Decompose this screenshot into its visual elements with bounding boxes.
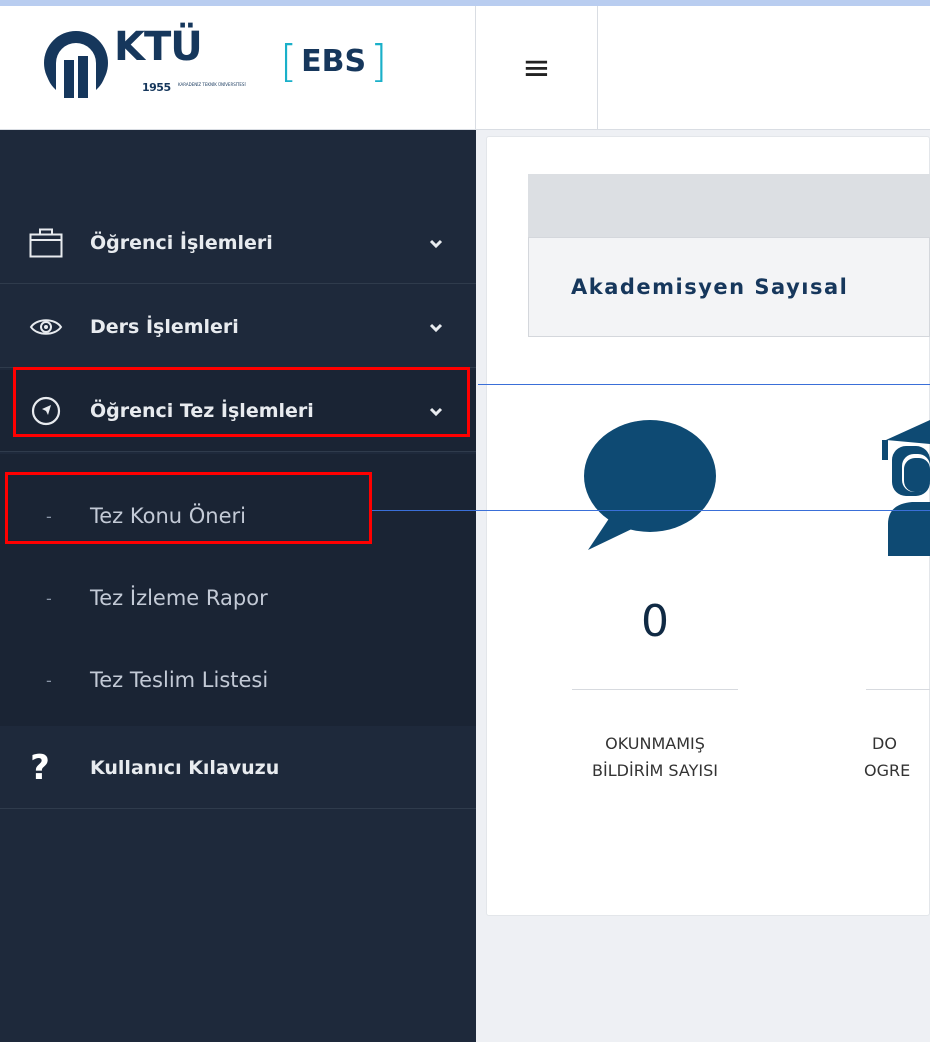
stat-label-line: OGRE (864, 761, 911, 780)
tab-header-strip (528, 174, 930, 238)
speech-bubble-icon (584, 420, 716, 550)
brand-year: 1955 (142, 81, 171, 94)
chevron-down-icon (429, 323, 443, 332)
tab-label: Akademisyen Sayısal (571, 275, 849, 299)
sidebar-item-kullanici-kilavuzu[interactable]: ? Kullanıcı Kılavuzu (0, 727, 476, 809)
eye-icon (28, 309, 64, 345)
sidebar-item-ders-islemleri[interactable]: Ders İşlemleri (0, 286, 476, 368)
submenu-item-tez-izleme-rapor[interactable]: - Tez İzleme Rapor (0, 558, 476, 638)
graduate-icon (882, 420, 930, 556)
chevron-down-icon (429, 239, 443, 248)
tab-akademisyen-sayisal[interactable]: Akademisyen Sayısal (528, 237, 930, 337)
brand-tagline: KARADENİZ TEKNİK ÜNİVERSİTESİ (178, 82, 246, 87)
stat-divider (572, 689, 738, 690)
briefcase-icon (28, 225, 64, 261)
sidebar-item-label: Öğrenci Tez İşlemleri (90, 399, 314, 422)
unread-notification-count: 0 (641, 596, 669, 647)
stat-label-line: OKUNMAMIŞ (605, 734, 705, 753)
sidebar-item-label: Kullanıcı Kılavuzu (90, 756, 280, 779)
submenu-dash: - (46, 670, 52, 690)
stat-label-line: DO (872, 734, 897, 753)
stat-label-line: BİLDİRİM SAYISI (592, 761, 718, 780)
stat-label-unread: OKUNMAMIŞ BİLDİRİM SAYISI (560, 730, 750, 784)
ktu-logo-icon (44, 31, 108, 98)
badge-bracket-right: ] (370, 36, 388, 87)
hamburger-icon: ≡ (522, 48, 551, 88)
top-header: ≡ (476, 6, 930, 130)
brand-logo-area[interactable]: KTÜ 1955 KARADENİZ TEKNİK ÜNİVERSİTESİ [… (0, 6, 476, 130)
submenu-item-tez-teslim-listesi[interactable]: - Tez Teslim Listesi (0, 640, 476, 720)
submenu-item-tez-konu-oneri[interactable]: - Tez Konu Öneri (0, 476, 476, 556)
question-icon: ? (30, 747, 50, 788)
sidebar-item-ogrenci-islemleri[interactable]: Öğrenci İşlemleri (0, 202, 476, 284)
module-name: EBS (301, 44, 367, 79)
sidebar-item-label: Ders İşlemleri (90, 315, 239, 338)
compass-icon (28, 393, 64, 429)
submenu-item-label: Tez Teslim Listesi (90, 668, 269, 692)
submenu-item-label: Tez Konu Öneri (90, 504, 246, 528)
chevron-down-icon (429, 407, 443, 416)
module-badge: [ EBS ] (280, 36, 387, 88)
sidebar-item-ogrenci-tez-islemleri[interactable]: Öğrenci Tez İşlemleri (0, 370, 476, 452)
stat-divider (866, 689, 930, 690)
submenu-dash: - (46, 506, 52, 526)
brand-name: KTÜ (114, 24, 203, 70)
stat-label-students: DO OGRE (864, 730, 930, 784)
sidebar-item-label: Öğrenci İşlemleri (90, 231, 273, 254)
badge-bracket-left: [ (280, 36, 298, 87)
menu-toggle-button[interactable]: ≡ (476, 6, 598, 130)
submenu-item-label: Tez İzleme Rapor (90, 586, 268, 610)
submenu-dash: - (46, 588, 52, 608)
